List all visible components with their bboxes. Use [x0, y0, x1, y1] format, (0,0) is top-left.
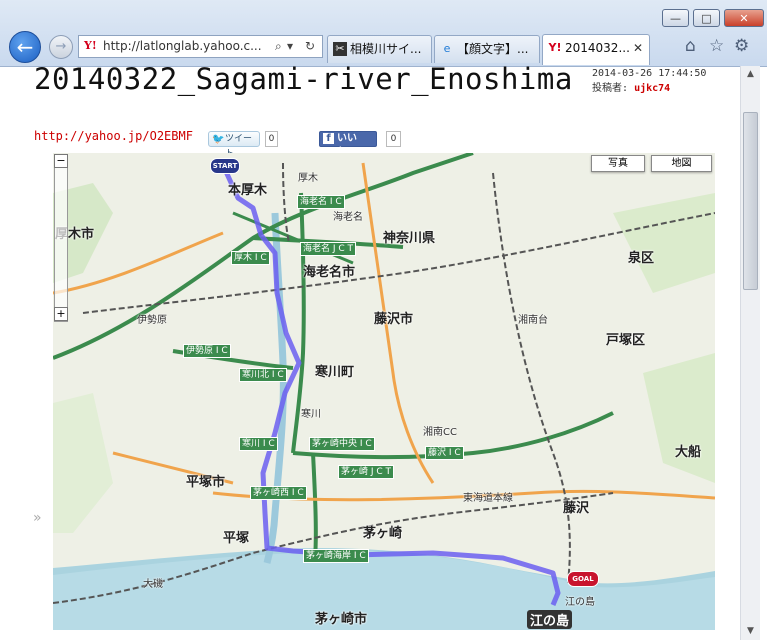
ic-label: 茅ヶ崎西 I C — [250, 486, 307, 500]
like-count: 0 — [386, 131, 401, 147]
map-canvas — [53, 153, 715, 630]
map-label: 寒川 — [301, 409, 321, 420]
map-label: 湘南CC — [423, 427, 457, 438]
map-label: 東海道本線 — [463, 493, 513, 504]
yahoo-favicon-icon: Y! — [84, 39, 97, 52]
map-label: 海老名市 — [303, 265, 356, 280]
vertical-scrollbar[interactable]: ▲ ▼ — [740, 66, 760, 640]
scissors-favicon-icon: ✂ — [333, 42, 347, 56]
ic-label: 伊勢原 I C — [183, 344, 231, 358]
search-dropdown-icon[interactable]: ⌕ — [275, 36, 282, 57]
map-label: 伊勢原 — [137, 315, 167, 326]
map-label: 海老名 — [333, 212, 363, 223]
enoshima-badge: 江の島 — [527, 610, 573, 629]
tweet-count: 0 — [265, 131, 278, 147]
minimize-button[interactable]: — — [662, 9, 689, 27]
photo-view-button[interactable]: 写真 — [591, 155, 645, 172]
ic-label: 寒川 I C — [239, 437, 278, 451]
map-label: 大磯 — [143, 579, 163, 590]
map-label: 茅ヶ崎 — [363, 526, 403, 541]
gear-icon[interactable]: ⚙ — [734, 36, 749, 56]
back-button[interactable]: ← — [9, 31, 41, 63]
map-label: 平塚市 — [186, 475, 226, 490]
route-map[interactable]: 厚木市 本厚木 厚木 海老名市 海老名 神奈川県 藤沢市 寒川 寒川町 平塚市 … — [53, 153, 715, 630]
scroll-thumb[interactable] — [743, 112, 758, 290]
close-window-button[interactable]: ✕ — [724, 9, 764, 27]
ic-label: 海老名 J C T — [300, 242, 357, 256]
map-label: 湘南台 — [518, 315, 548, 326]
scroll-down-button[interactable]: ▼ — [741, 623, 760, 640]
map-label: 神奈川県 — [383, 231, 436, 246]
close-tab-icon[interactable]: ✕ — [633, 35, 643, 61]
short-url-link[interactable]: http://yahoo.jp/O2EBMF — [34, 129, 193, 143]
star-icon[interactable]: ☆ — [709, 36, 724, 56]
tab-label: 2014032... — [565, 41, 630, 55]
map-label: 藤沢市 — [374, 312, 414, 327]
map-view-button[interactable]: 地図 — [651, 155, 712, 172]
address-text: http://latlonglab.yahoo.c... — [103, 39, 262, 53]
post-meta: 2014-03-26 17:44:50 投稿者: ujkc74 — [592, 66, 706, 96]
browser-chrome: — □ ✕ ← → Y! http://latlonglab.yahoo.c..… — [0, 0, 767, 67]
start-marker[interactable]: START — [210, 158, 240, 174]
ic-label: 厚木 I C — [231, 251, 270, 265]
home-icon[interactable]: ⌂ — [685, 36, 696, 56]
ic-label: 海老名 I C — [297, 195, 345, 209]
map-label: 厚木 — [298, 173, 318, 184]
map-label: 本厚木 — [228, 183, 268, 198]
map-label: 戸塚区 — [606, 333, 646, 348]
goal-marker[interactable]: GOAL — [567, 571, 599, 587]
post-datetime: 2014-03-26 17:44:50 — [592, 68, 707, 79]
map-label: 泉区 — [628, 251, 655, 266]
ie-favicon-icon: e — [443, 42, 451, 55]
map-label: 茅ヶ崎市 — [315, 612, 368, 627]
zoom-in-button[interactable]: + — [54, 307, 68, 321]
maximize-button[interactable]: □ — [693, 9, 720, 27]
ic-label: 茅ヶ崎中央 I C — [309, 437, 375, 451]
ic-label: 藤沢 I C — [425, 446, 464, 460]
yahoo-favicon-icon: Y! — [548, 41, 562, 54]
map-label: 寒川町 — [315, 365, 355, 380]
tab-kaomoji[interactable]: e 【顔文字】... — [434, 35, 540, 63]
ic-label: 寒川北 I C — [239, 368, 287, 382]
page-title: 20140322_Sagami-river_Enoshima — [34, 62, 573, 96]
author-label: 投稿者: — [592, 83, 629, 94]
zoom-out-button[interactable]: − — [54, 154, 68, 168]
double-chevron-right-icon[interactable]: » — [33, 510, 42, 526]
refresh-icon[interactable]: ↻ — [305, 36, 315, 57]
tab-label: 相模川サイ... — [350, 42, 422, 56]
tweet-button[interactable]: 🐦 ツイート — [208, 131, 260, 159]
author-link[interactable]: ujkc74 — [634, 83, 670, 94]
tab-label: 【顔文字】... — [457, 42, 529, 56]
facebook-like-button[interactable]: f いいね！ — [319, 131, 377, 158]
ic-label: 茅ヶ崎海岸 I C — [303, 549, 369, 563]
facebook-icon: f — [323, 133, 334, 144]
map-label: 大船 — [675, 445, 702, 460]
tab-sagamigawa[interactable]: ✂ 相模川サイ... — [327, 35, 432, 63]
tab-current[interactable]: Y! 2014032... ✕ — [542, 34, 650, 65]
map-label: 江の島 — [565, 597, 595, 608]
twitter-bird-icon: 🐦 — [212, 134, 225, 145]
ic-label: 茅ヶ崎 J C T — [338, 465, 395, 479]
map-label: 平塚 — [223, 531, 250, 546]
address-bar[interactable]: Y! http://latlonglab.yahoo.c... ⌕ ▾ ↻ — [78, 35, 323, 58]
chevron-down-icon[interactable]: ▾ — [287, 36, 293, 57]
forward-button[interactable]: → — [49, 35, 73, 59]
zoom-slider[interactable] — [54, 154, 68, 322]
map-label: 藤沢 — [563, 501, 590, 516]
scroll-up-button[interactable]: ▲ — [741, 66, 760, 83]
